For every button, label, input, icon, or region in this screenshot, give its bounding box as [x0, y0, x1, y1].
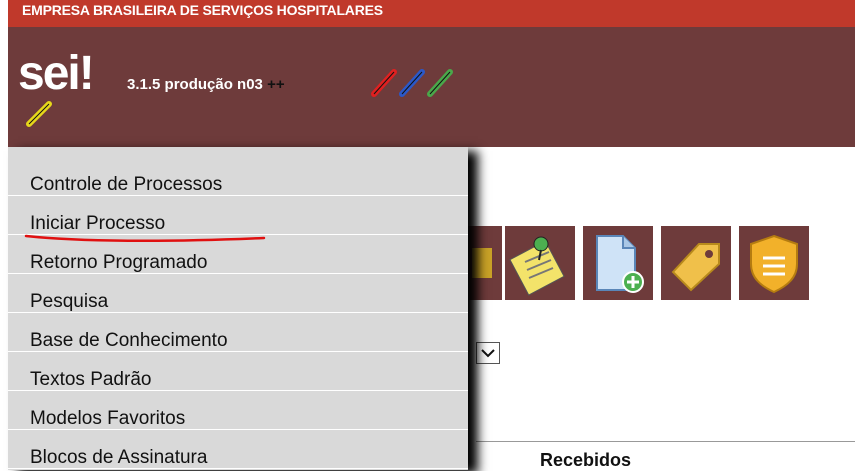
note-pin-button[interactable]: [505, 226, 575, 300]
blue-pencil-icon: [399, 69, 425, 97]
menu-item-base-de-conhecimento[interactable]: Base de Conhecimento: [8, 313, 468, 352]
new-document-icon: [596, 235, 644, 293]
sei-logo[interactable]: sei!: [18, 50, 95, 98]
app-header: sei! 3.1.5 produção n03 ++: [8, 27, 855, 147]
menu-item-label: Base de Conhecimento: [30, 330, 228, 351]
tag-icon: [671, 243, 720, 292]
menu-item-textos-padrao[interactable]: Textos Padrão: [8, 352, 468, 391]
org-name: EMPRESA BRASILEIRA DE SERVIÇOS HOSPITALA…: [22, 2, 383, 18]
chevron-down-icon: [481, 349, 495, 358]
menu-item-iniciar-processo[interactable]: Iniciar Processo: [8, 196, 468, 235]
new-document-button[interactable]: [583, 226, 653, 300]
shield-icon: [750, 234, 798, 294]
table-divider: [476, 441, 855, 442]
red-pencil-icon: [371, 69, 397, 97]
menu-item-blocos-de-assinatura[interactable]: Blocos de Assinatura: [8, 430, 468, 469]
menu-item-label: Modelos Favoritos: [30, 408, 186, 429]
tag-button[interactable]: [661, 226, 731, 300]
menu-item-modelos-favoritos[interactable]: Modelos Favoritos: [8, 391, 468, 430]
hidden-icon: [472, 248, 492, 278]
menu-item-label: Blocos de Assinatura: [30, 447, 208, 468]
menu-item-label: Pesquisa: [30, 291, 109, 312]
view-select[interactable]: [476, 342, 500, 364]
version-text: 3.1.5 produção n03: [127, 76, 263, 93]
version-label: 3.1.5 produção n03 ++: [127, 76, 285, 93]
version-suffix: ++: [267, 76, 285, 93]
menu-item-label: Textos Padrão: [30, 369, 152, 390]
recebidos-header[interactable]: Recebidos: [540, 450, 631, 471]
menu-item-label: Retorno Programado: [30, 252, 208, 273]
yellow-pencil-icon: [26, 101, 52, 127]
menu-item-label: Controle de Processos: [30, 174, 223, 195]
pencil-icons: [371, 69, 453, 97]
green-pencil-icon: [427, 69, 453, 97]
menu-item-pesquisa[interactable]: Pesquisa: [8, 274, 468, 313]
main-menu: Controle de Processos Iniciar Processo R…: [8, 147, 468, 470]
shield-button[interactable]: [739, 226, 809, 300]
red-underline-annotation: [24, 234, 266, 243]
org-bar: EMPRESA BRASILEIRA DE SERVIÇOS HOSPITALA…: [8, 0, 855, 27]
menu-item-controle-de-processos[interactable]: Controle de Processos: [8, 157, 468, 196]
note-pin-icon: [509, 236, 565, 296]
